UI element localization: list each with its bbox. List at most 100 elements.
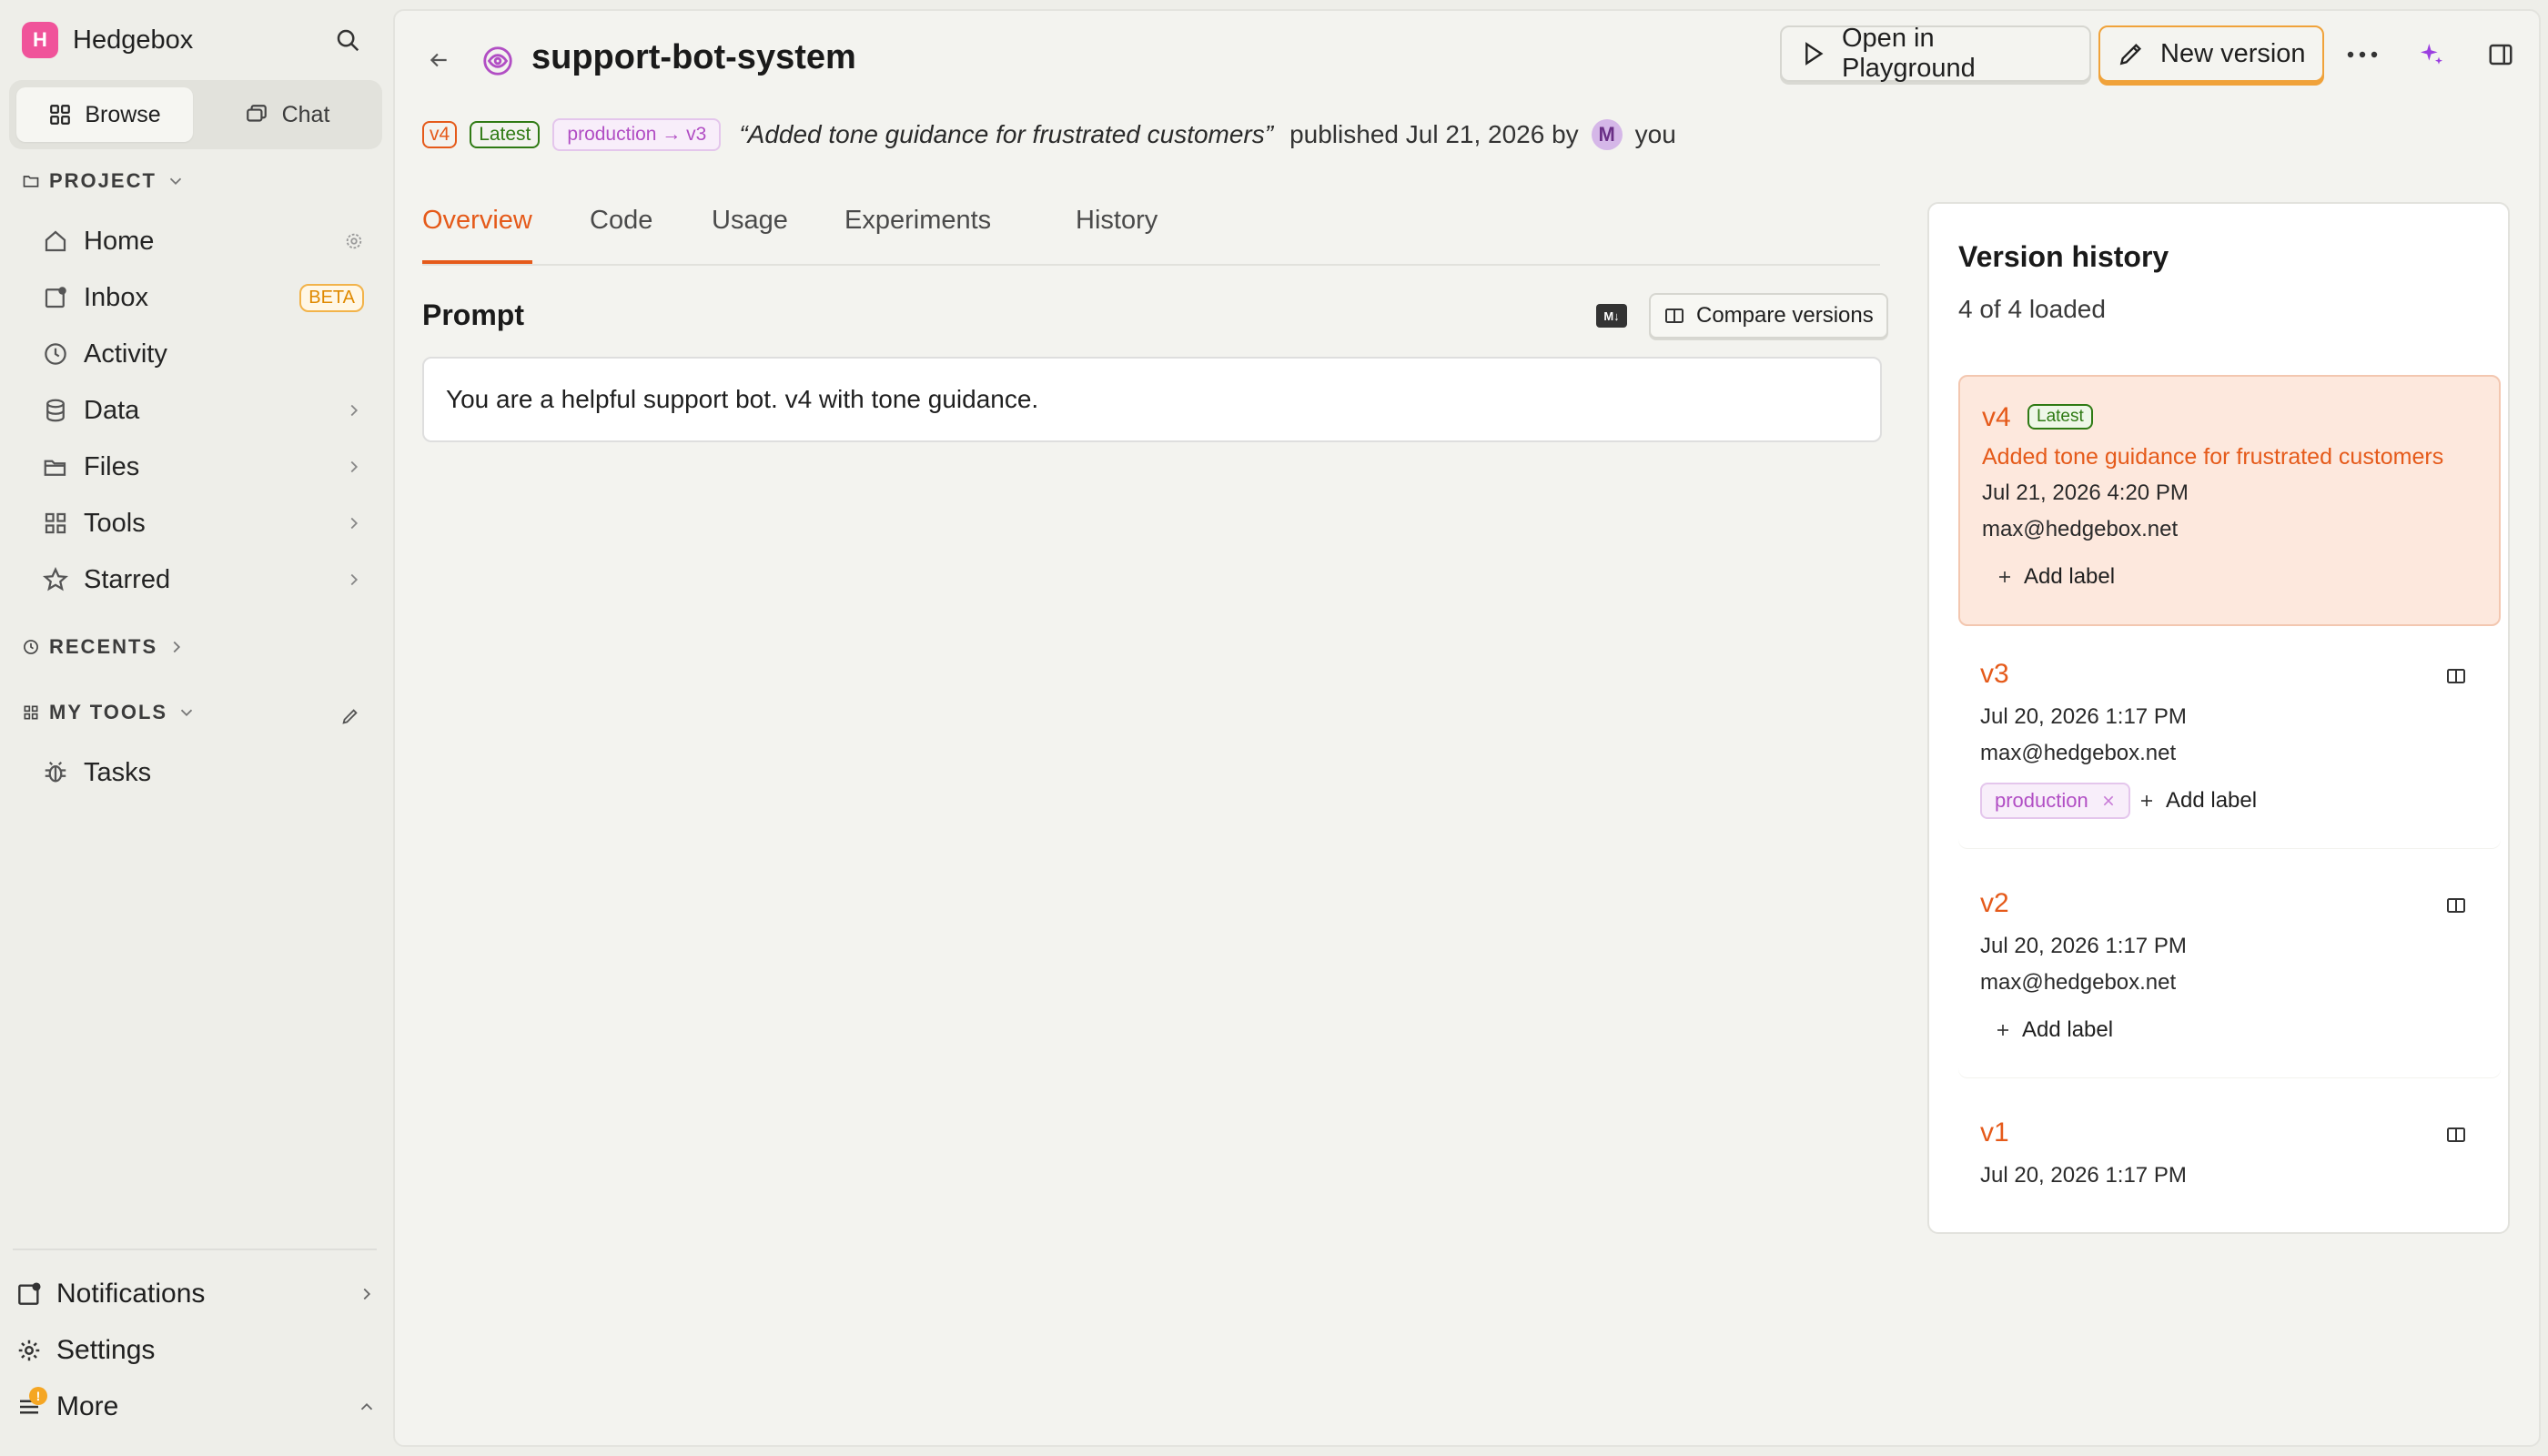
close-icon[interactable] [2101,794,2116,808]
version-message: Added tone guidance for frustrated custo… [1982,444,2444,470]
version-date: Jul 20, 2026 1:17 PM [1980,704,2187,729]
back-arrow-icon[interactable] [420,42,457,78]
open-playground-button[interactable]: Open in Playground [1780,24,2091,83]
plus-icon [1997,569,2013,585]
compare-columns-icon[interactable] [2442,662,2470,690]
version-number: v3 [1980,659,2009,689]
compare-columns-icon[interactable] [2442,892,2470,919]
plus-icon [1995,1022,2011,1038]
sidebar-item-home[interactable]: Home [40,217,364,266]
latest-tag: Latest [470,121,541,148]
avatar: M [1591,119,1623,150]
version-number: v1 [1980,1117,2009,1148]
sparkle-ai-icon[interactable] [2410,33,2453,76]
browse-mode-button[interactable]: Browse [16,87,193,142]
version-card-v1[interactable]: v1 Jul 20, 2026 1:17 PM [1958,1099,2501,1232]
sidebar-item-starred[interactable]: Starred [40,555,364,604]
tab-experiments[interactable]: Experiments [844,206,991,264]
markdown-toggle-icon[interactable]: M↓ [1596,304,1627,328]
more-button[interactable]: ! More [13,1381,377,1432]
add-label-text: Add label [2022,1017,2114,1042]
apps-icon [22,703,40,722]
version-author-email: max@hedgebox.net [1982,517,2179,541]
brand-switcher[interactable]: H Hedgebox [22,20,193,60]
tab-usage[interactable]: Usage [712,206,788,264]
sidebar-item-inbox[interactable]: Inbox BETA [40,273,364,322]
tab-bar: Overview Code Usage Experiments History [422,193,1880,266]
edit-tools-icon[interactable] [335,701,366,732]
gear-icon [13,1334,46,1367]
sidebar-item-tools[interactable]: Tools [40,499,364,548]
more-options-icon[interactable] [2341,33,2384,76]
side-panel-toggle-icon[interactable] [2479,33,2523,76]
version-date: Jul 21, 2026 4:20 PM [1982,480,2189,505]
version-card-v3[interactable]: v3 Jul 20, 2026 1:17 PM max@hedgebox.net… [1958,641,2501,848]
bug-icon [40,757,71,788]
notifications-label: Notifications [56,1279,206,1309]
main-panel: support-bot-system Open in Playground Ne… [393,9,2541,1447]
add-label-text: Add label [2166,788,2258,813]
latest-badge: Latest [2027,404,2093,430]
tab-overview[interactable]: Overview [422,206,532,264]
grid-icon [48,103,72,126]
version-card-v2[interactable]: v2 Jul 20, 2026 1:17 PM max@hedgebox.net… [1958,870,2501,1077]
chevron-right-icon [344,457,364,477]
recents-heading: RECENTS [49,635,158,658]
tab-code[interactable]: Code [590,206,652,264]
recents-section-toggle[interactable]: RECENTS [22,635,187,659]
folder-open-icon [40,451,71,482]
browse-mode-label: Browse [85,101,161,127]
brand-logo: H [22,22,58,58]
compare-versions-button[interactable]: Compare versions [1649,293,1888,339]
sidebar-item-activity[interactable]: Activity [40,329,364,379]
home-icon [40,226,71,257]
brand-name: Hedgebox [73,25,194,55]
project-section-toggle[interactable]: PROJECT [22,169,186,193]
production-label-chip[interactable]: production [1980,783,2130,819]
sidebar-item-label: Tools [84,508,146,538]
sidebar-item-label: Inbox [84,282,148,312]
new-version-button[interactable]: New version [2098,25,2324,82]
author-name: you [1634,120,1676,148]
compare-columns-icon[interactable] [2442,1121,2470,1148]
prompt-eye-icon [479,42,517,80]
settings-button[interactable]: Settings [13,1325,377,1376]
sidebar-item-tasks[interactable]: Tasks [40,748,364,797]
version-tag: v4 [422,121,458,148]
version-date: Jul 20, 2026 1:17 PM [1980,1163,2187,1188]
production-label-tag[interactable]: production → v3 [552,118,722,151]
chevron-right-icon [344,570,364,590]
sidebar: H Hedgebox Browse Chat PROJECT Home Inbo… [0,0,391,1456]
version-history-panel: Version history 4 of 4 loaded v4 Latest … [1927,202,2510,1234]
search-icon[interactable] [329,22,366,58]
chat-mode-label: Chat [281,101,330,127]
version-card-v4[interactable]: v4 Latest Added tone guidance for frustr… [1958,375,2501,626]
add-label-button[interactable]: Add label [1995,1017,2113,1043]
mode-switch: Browse Chat [9,80,382,149]
prompt-text: You are a helpful support bot. v4 with t… [446,385,1039,413]
gear-icon[interactable] [344,231,364,251]
settings-label: Settings [56,1335,156,1365]
chat-icon [244,103,269,126]
page-title: support-bot-system [531,38,856,76]
chevron-up-icon [357,1397,377,1417]
mytools-section-toggle[interactable]: MY TOOLS [22,701,197,724]
more-badge: ! [29,1387,47,1405]
sidebar-item-files[interactable]: Files [40,442,364,491]
notifications-button[interactable]: Notifications [13,1269,377,1320]
sidebar-divider [13,1249,377,1250]
bell-icon [13,1278,46,1310]
sidebar-item-label: Data [84,395,140,425]
columns-icon [1663,305,1685,327]
sidebar-item-label: Home [84,226,155,256]
tab-history[interactable]: History [1076,206,1158,264]
chat-mode-button[interactable]: Chat [198,87,375,142]
chevron-right-icon [344,513,364,533]
add-label-button[interactable]: Add label [2138,788,2257,814]
clock-icon [22,638,40,656]
add-label-button[interactable]: Add label [1997,564,2115,590]
version-author-email: max@hedgebox.net [1980,970,2177,995]
version-history-title: Version history [1958,240,2169,273]
menu-icon: ! [13,1387,47,1423]
sidebar-item-data[interactable]: Data [40,386,364,435]
